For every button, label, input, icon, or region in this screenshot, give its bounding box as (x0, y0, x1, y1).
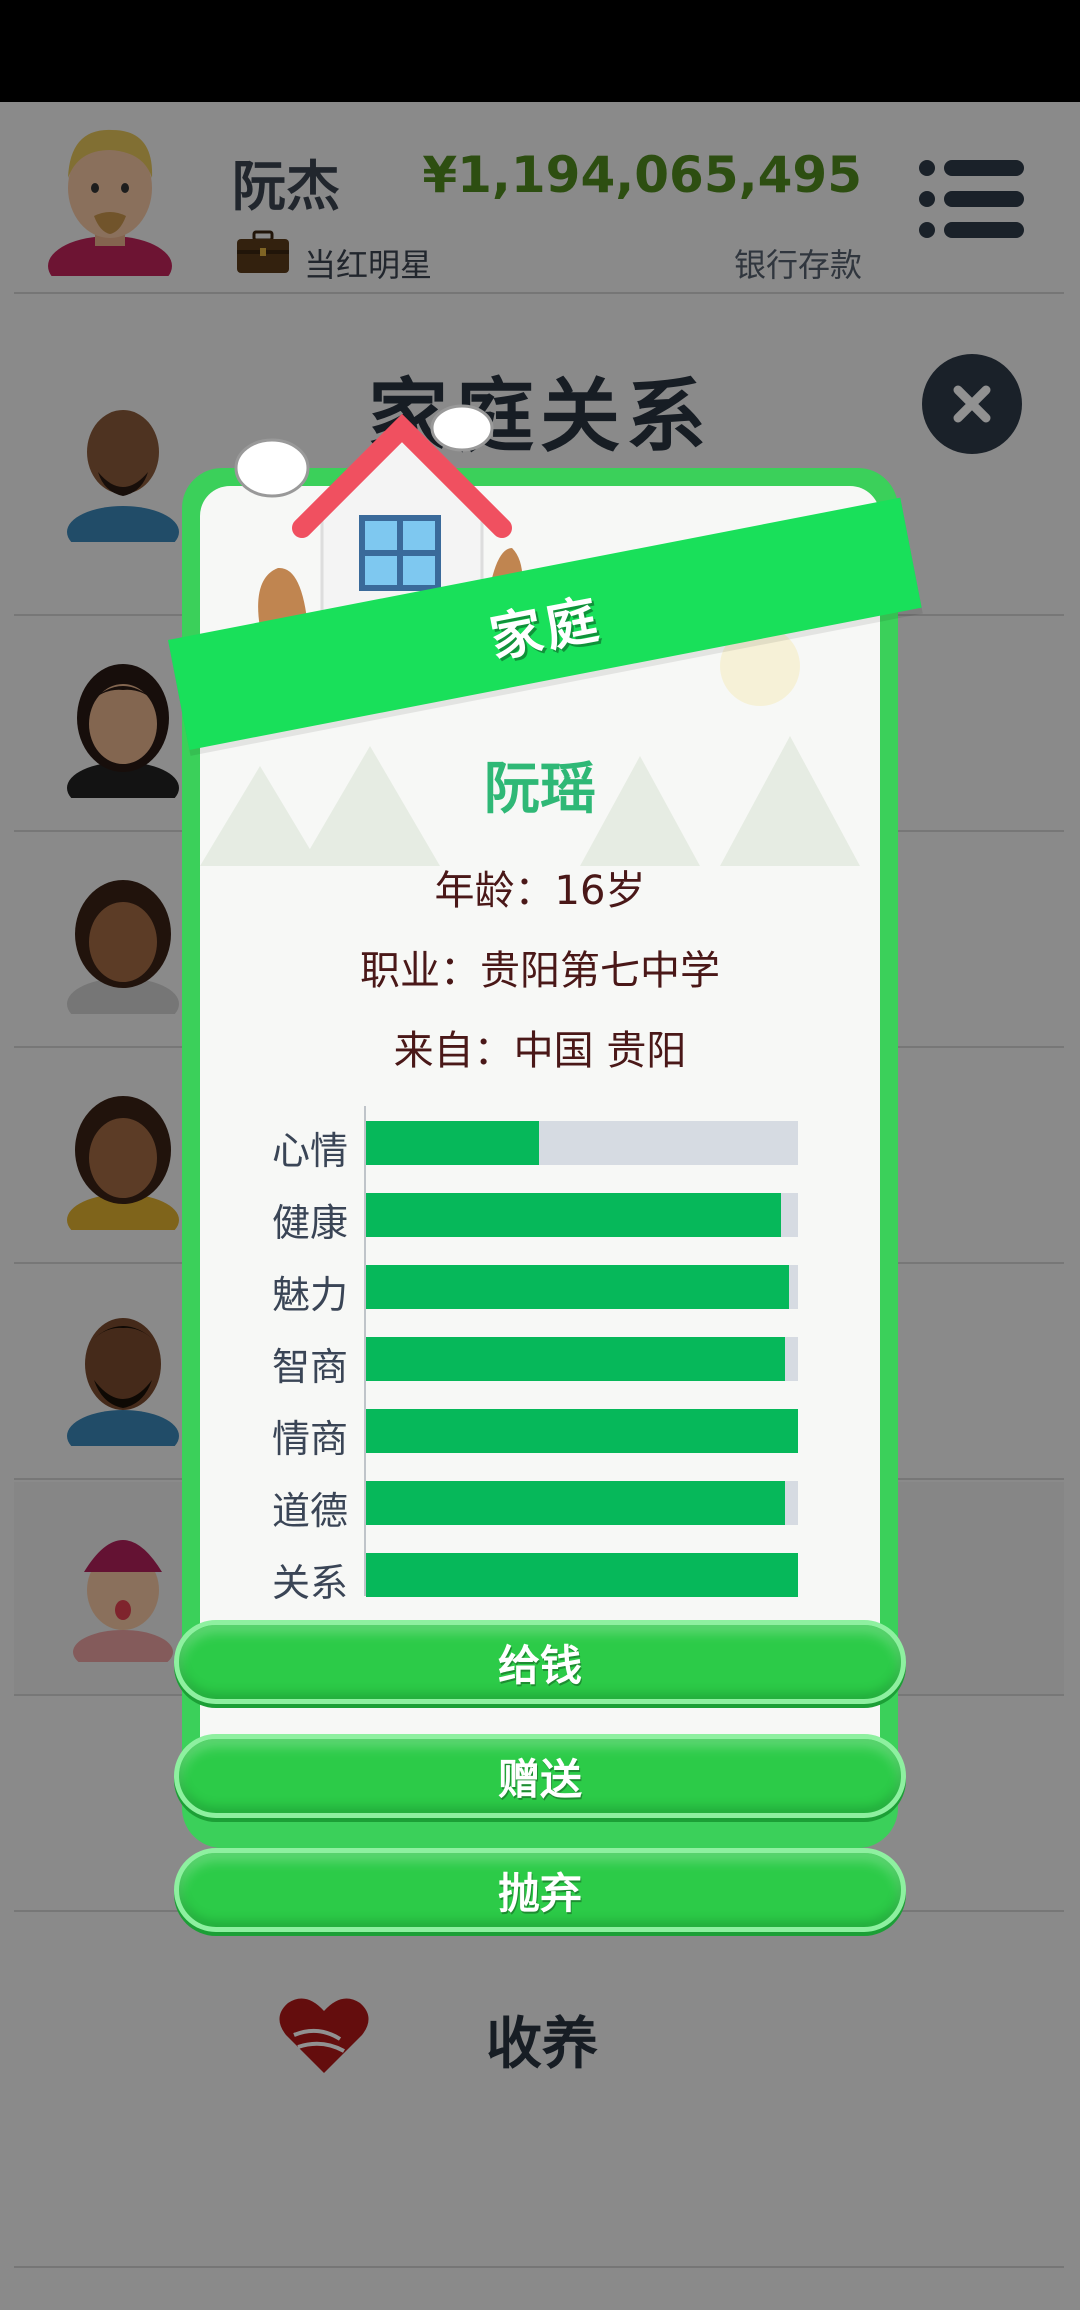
stat-bar (366, 1481, 798, 1525)
stat-row-mood: 心情 (262, 1106, 802, 1178)
stat-row-eq: 情商 (262, 1394, 802, 1466)
abandon-button[interactable]: 抛弃 (174, 1848, 906, 1932)
stat-label: 道德 (272, 1489, 349, 1533)
stat-bar (366, 1553, 798, 1597)
stat-fill (366, 1121, 539, 1165)
stat-bar (366, 1193, 798, 1237)
stat-bar (366, 1337, 798, 1381)
stat-row-iq: 智商 (262, 1322, 802, 1394)
stat-fill (366, 1193, 781, 1237)
stat-label: 关系 (272, 1561, 349, 1605)
gift-button[interactable]: 赠送 (174, 1734, 906, 1818)
stat-bar (366, 1409, 798, 1453)
status-bar (0, 0, 1080, 102)
stat-fill (366, 1481, 786, 1525)
stat-bar (366, 1121, 798, 1165)
stat-fill (366, 1409, 798, 1453)
member-age: 年龄：16岁 (434, 868, 646, 914)
stat-label: 情商 (272, 1417, 349, 1461)
abandon-label: 抛弃 (497, 1868, 582, 1918)
stat-row-charm: 魅力 (262, 1250, 802, 1322)
stat-label: 魅力 (272, 1273, 349, 1317)
gift-label: 赠送 (497, 1754, 582, 1804)
stat-fill (366, 1265, 790, 1309)
stat-fill (366, 1553, 798, 1597)
give-money-label: 给钱 (497, 1640, 582, 1690)
member-job: 职业：贵阳第七中学 (360, 948, 720, 994)
give-money-button[interactable]: 给钱 (174, 1620, 906, 1704)
stat-fill (366, 1337, 786, 1381)
member-name: 阮瑶 (484, 757, 596, 822)
stat-row-health: 健康 (262, 1178, 802, 1250)
ribbon-title: 家庭 (485, 589, 607, 670)
stat-row-morality: 道德 (262, 1466, 802, 1538)
stat-label: 心情 (272, 1129, 349, 1173)
member-origin: 来自：中国 贵阳 (393, 1028, 687, 1074)
stat-label: 智商 (272, 1345, 349, 1389)
stat-label: 健康 (272, 1201, 349, 1245)
stat-bar (366, 1265, 798, 1309)
stat-row-relationship: 关系 (262, 1538, 802, 1610)
